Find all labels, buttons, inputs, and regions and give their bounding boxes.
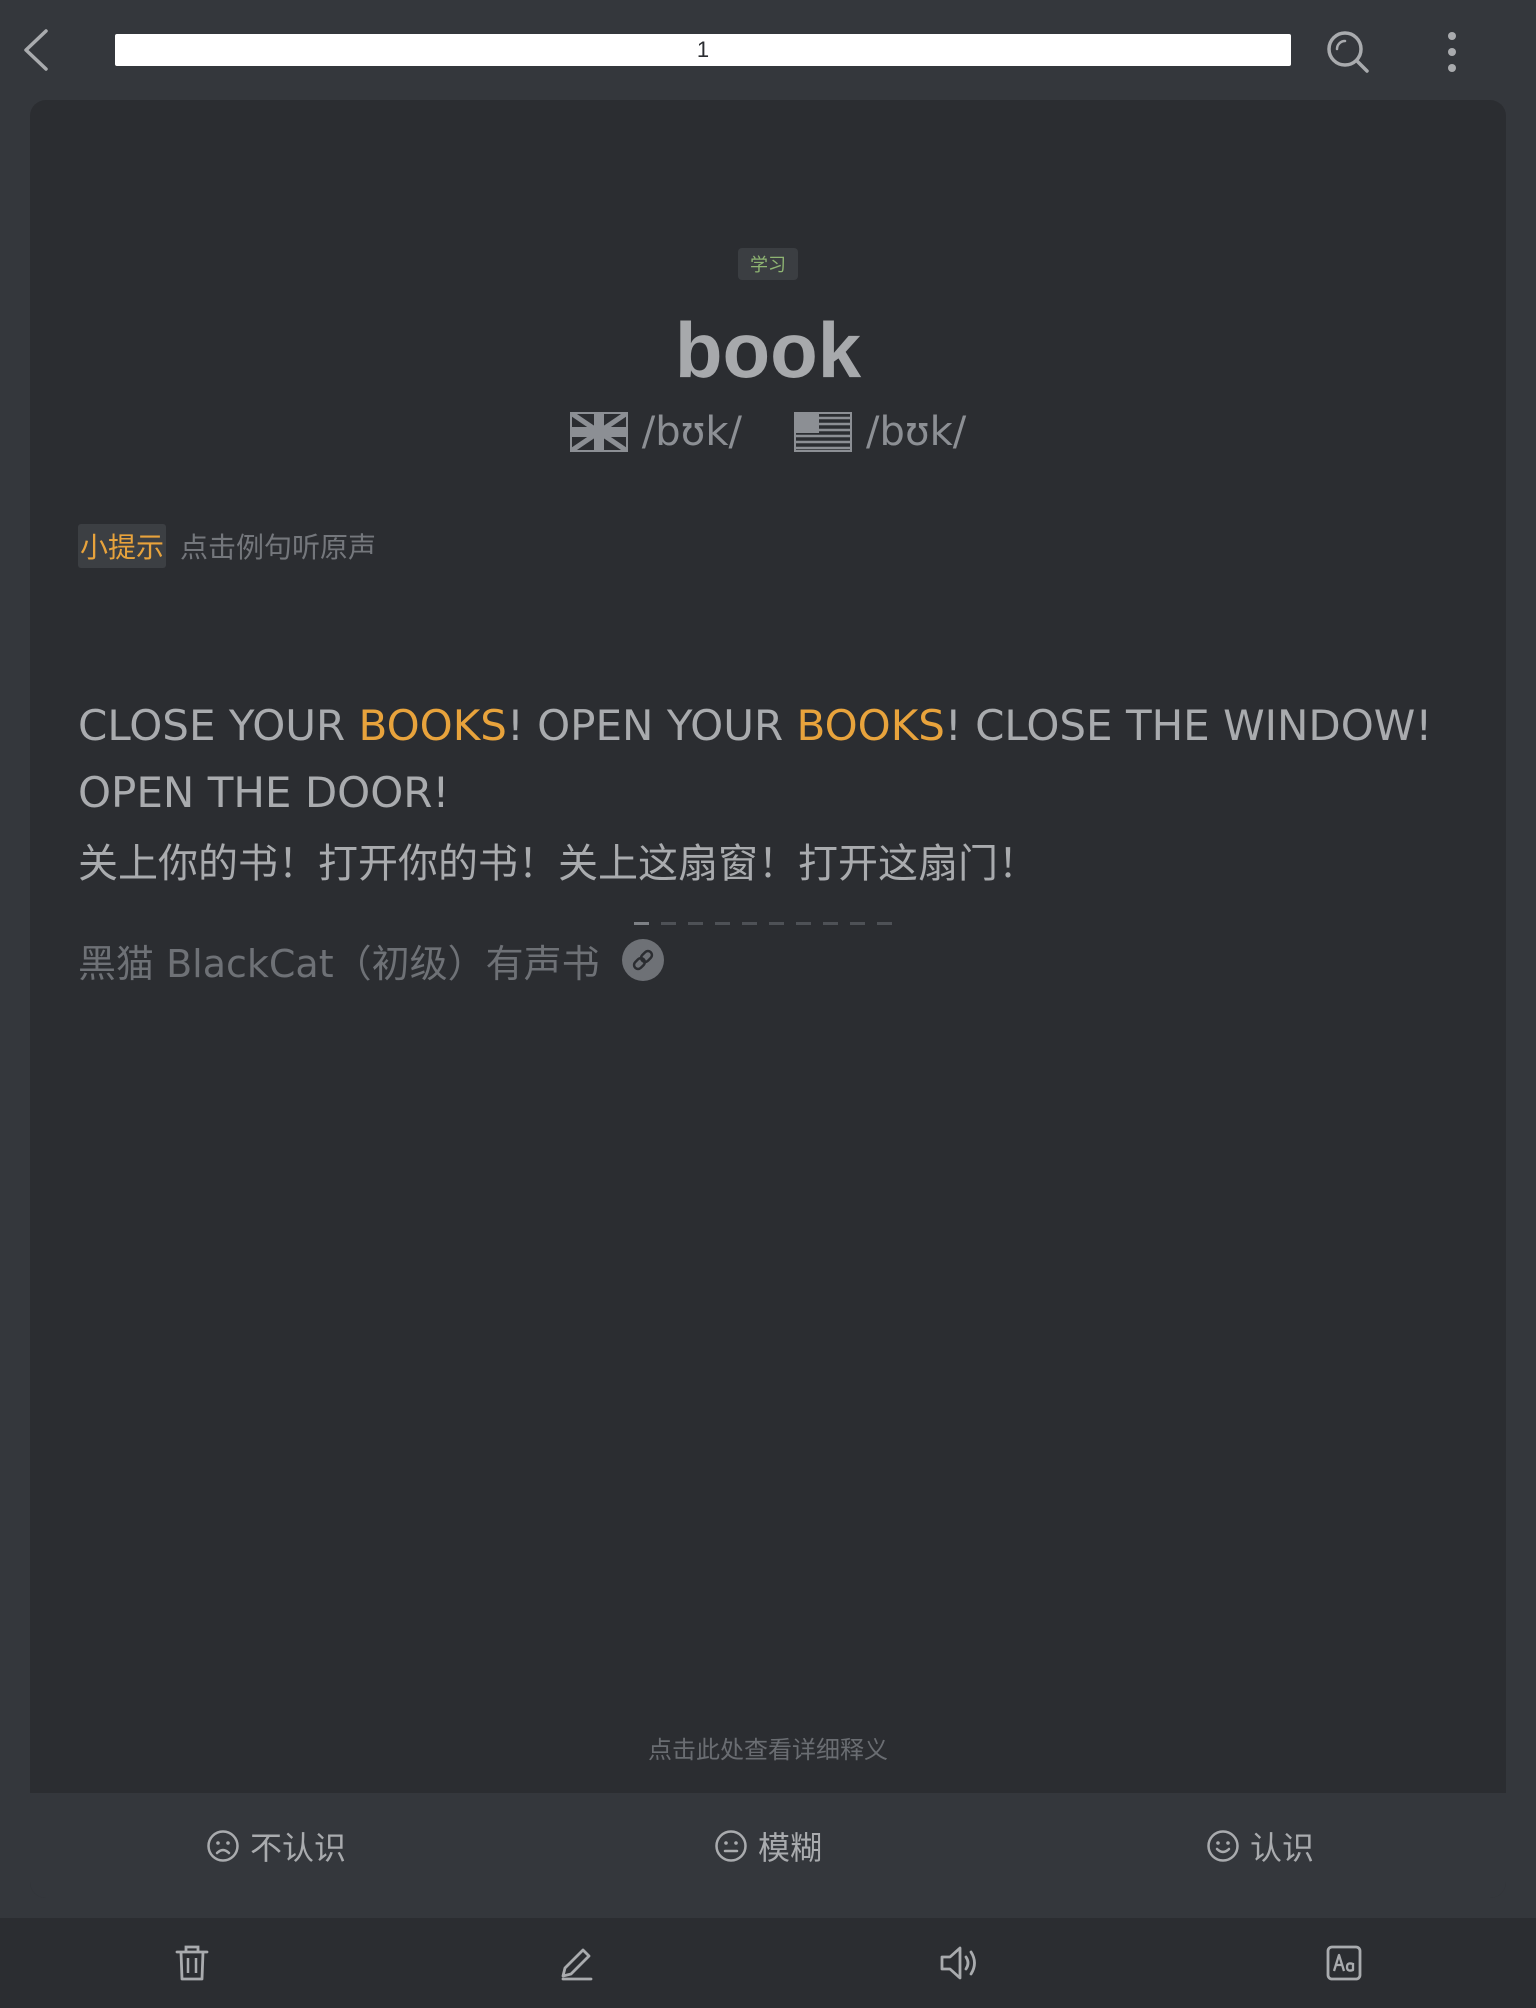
source-label: 黑猫 BlackCat（初级）有声书 — [78, 941, 600, 986]
hint-text: 点击例句听原声 — [180, 531, 377, 564]
hint-row: 小提示 点击例句听原声 — [78, 524, 376, 568]
uk-pronunciation[interactable]: /bʊk/ — [569, 409, 742, 455]
font-size-icon — [1326, 1945, 1362, 1981]
uk-flag-icon — [569, 412, 628, 452]
us-pronunciation[interactable]: /bʊk/ — [794, 409, 966, 455]
link-icon — [632, 949, 653, 971]
us-flag-icon — [794, 412, 852, 452]
study-tag: 学习 — [738, 248, 798, 280]
example-pager — [634, 922, 892, 928]
pager-dot[interactable] — [850, 922, 865, 925]
sentence-part: ! OPEN YOUR — [506, 701, 797, 750]
answer-bar: 不认识 模糊 认识 — [30, 1793, 1506, 1898]
study-tag-label: 学习 — [750, 255, 786, 276]
pager-dot[interactable] — [877, 922, 892, 925]
sad-face-icon — [207, 1829, 239, 1862]
back-icon — [24, 29, 48, 71]
source-row: 黑猫 BlackCat（初级）有声书 — [78, 930, 664, 990]
pager-dot[interactable] — [796, 922, 811, 925]
uk-phonetic: /bʊk/ — [641, 409, 742, 455]
view-details-link[interactable]: 点击此处查看详细释义 — [30, 1730, 1506, 1765]
delete-button[interactable] — [0, 1918, 384, 2008]
sentence-translation: 关上你的书！打开你的书！关上这扇窗！打开这扇门！ — [78, 841, 1038, 887]
pager-dot[interactable] — [634, 922, 649, 925]
pager-dot[interactable] — [661, 922, 676, 925]
pager-dot[interactable] — [742, 922, 757, 925]
progress-indicator: 1 — [115, 34, 1291, 66]
known-label: 认识 — [1249, 1828, 1314, 1867]
vague-button[interactable]: 模糊 — [522, 1793, 1014, 1898]
more-vertical-icon — [1448, 32, 1456, 72]
vague-label: 模糊 — [757, 1828, 822, 1867]
search-button[interactable] — [1320, 24, 1376, 80]
unknown-label: 不认识 — [249, 1828, 346, 1867]
hint-badge: 小提示 — [78, 524, 167, 568]
back-button[interactable] — [14, 22, 58, 78]
speaker-icon — [940, 1946, 976, 1980]
sentence-highlight: BOOKS — [796, 701, 945, 750]
progress-label: 1 — [696, 37, 710, 62]
happy-face-icon — [1207, 1829, 1239, 1862]
example-sentence[interactable]: CLOSE YOUR BOOKS! OPEN YOUR BOOKS! CLOSE… — [78, 692, 1478, 826]
sentence-highlight: BOOKS — [358, 701, 507, 750]
search-icon — [1327, 31, 1369, 73]
unknown-button[interactable]: 不认识 — [30, 1793, 522, 1898]
us-phonetic: /bʊk/ — [866, 409, 967, 455]
pager-dot[interactable] — [715, 922, 730, 925]
phonetics-row: /bʊk/ /bʊk/ — [30, 400, 1506, 464]
bottom-toolbar — [0, 1918, 1536, 2008]
edit-icon — [561, 1948, 593, 1981]
neutral-face-icon — [715, 1829, 747, 1862]
headword: book — [674, 306, 862, 394]
top-bar: 1 — [0, 0, 1536, 100]
edit-button[interactable] — [384, 1918, 768, 2008]
sentence-part: CLOSE YOUR — [78, 701, 359, 750]
play-audio-button[interactable] — [768, 1918, 1152, 2008]
word-card: 学习 book /bʊk/ /bʊk/ 小提示 点击例句听原声 CLOSE YO… — [30, 100, 1506, 1898]
font-size-button[interactable] — [1152, 1918, 1536, 2008]
source-link-button[interactable] — [621, 939, 664, 981]
known-button[interactable]: 认识 — [1014, 1793, 1506, 1898]
pager-dot[interactable] — [769, 922, 784, 925]
more-options-button[interactable] — [1424, 24, 1480, 80]
pager-dot[interactable] — [688, 922, 703, 925]
trash-icon — [175, 1945, 209, 1981]
pager-dot[interactable] — [823, 922, 838, 925]
